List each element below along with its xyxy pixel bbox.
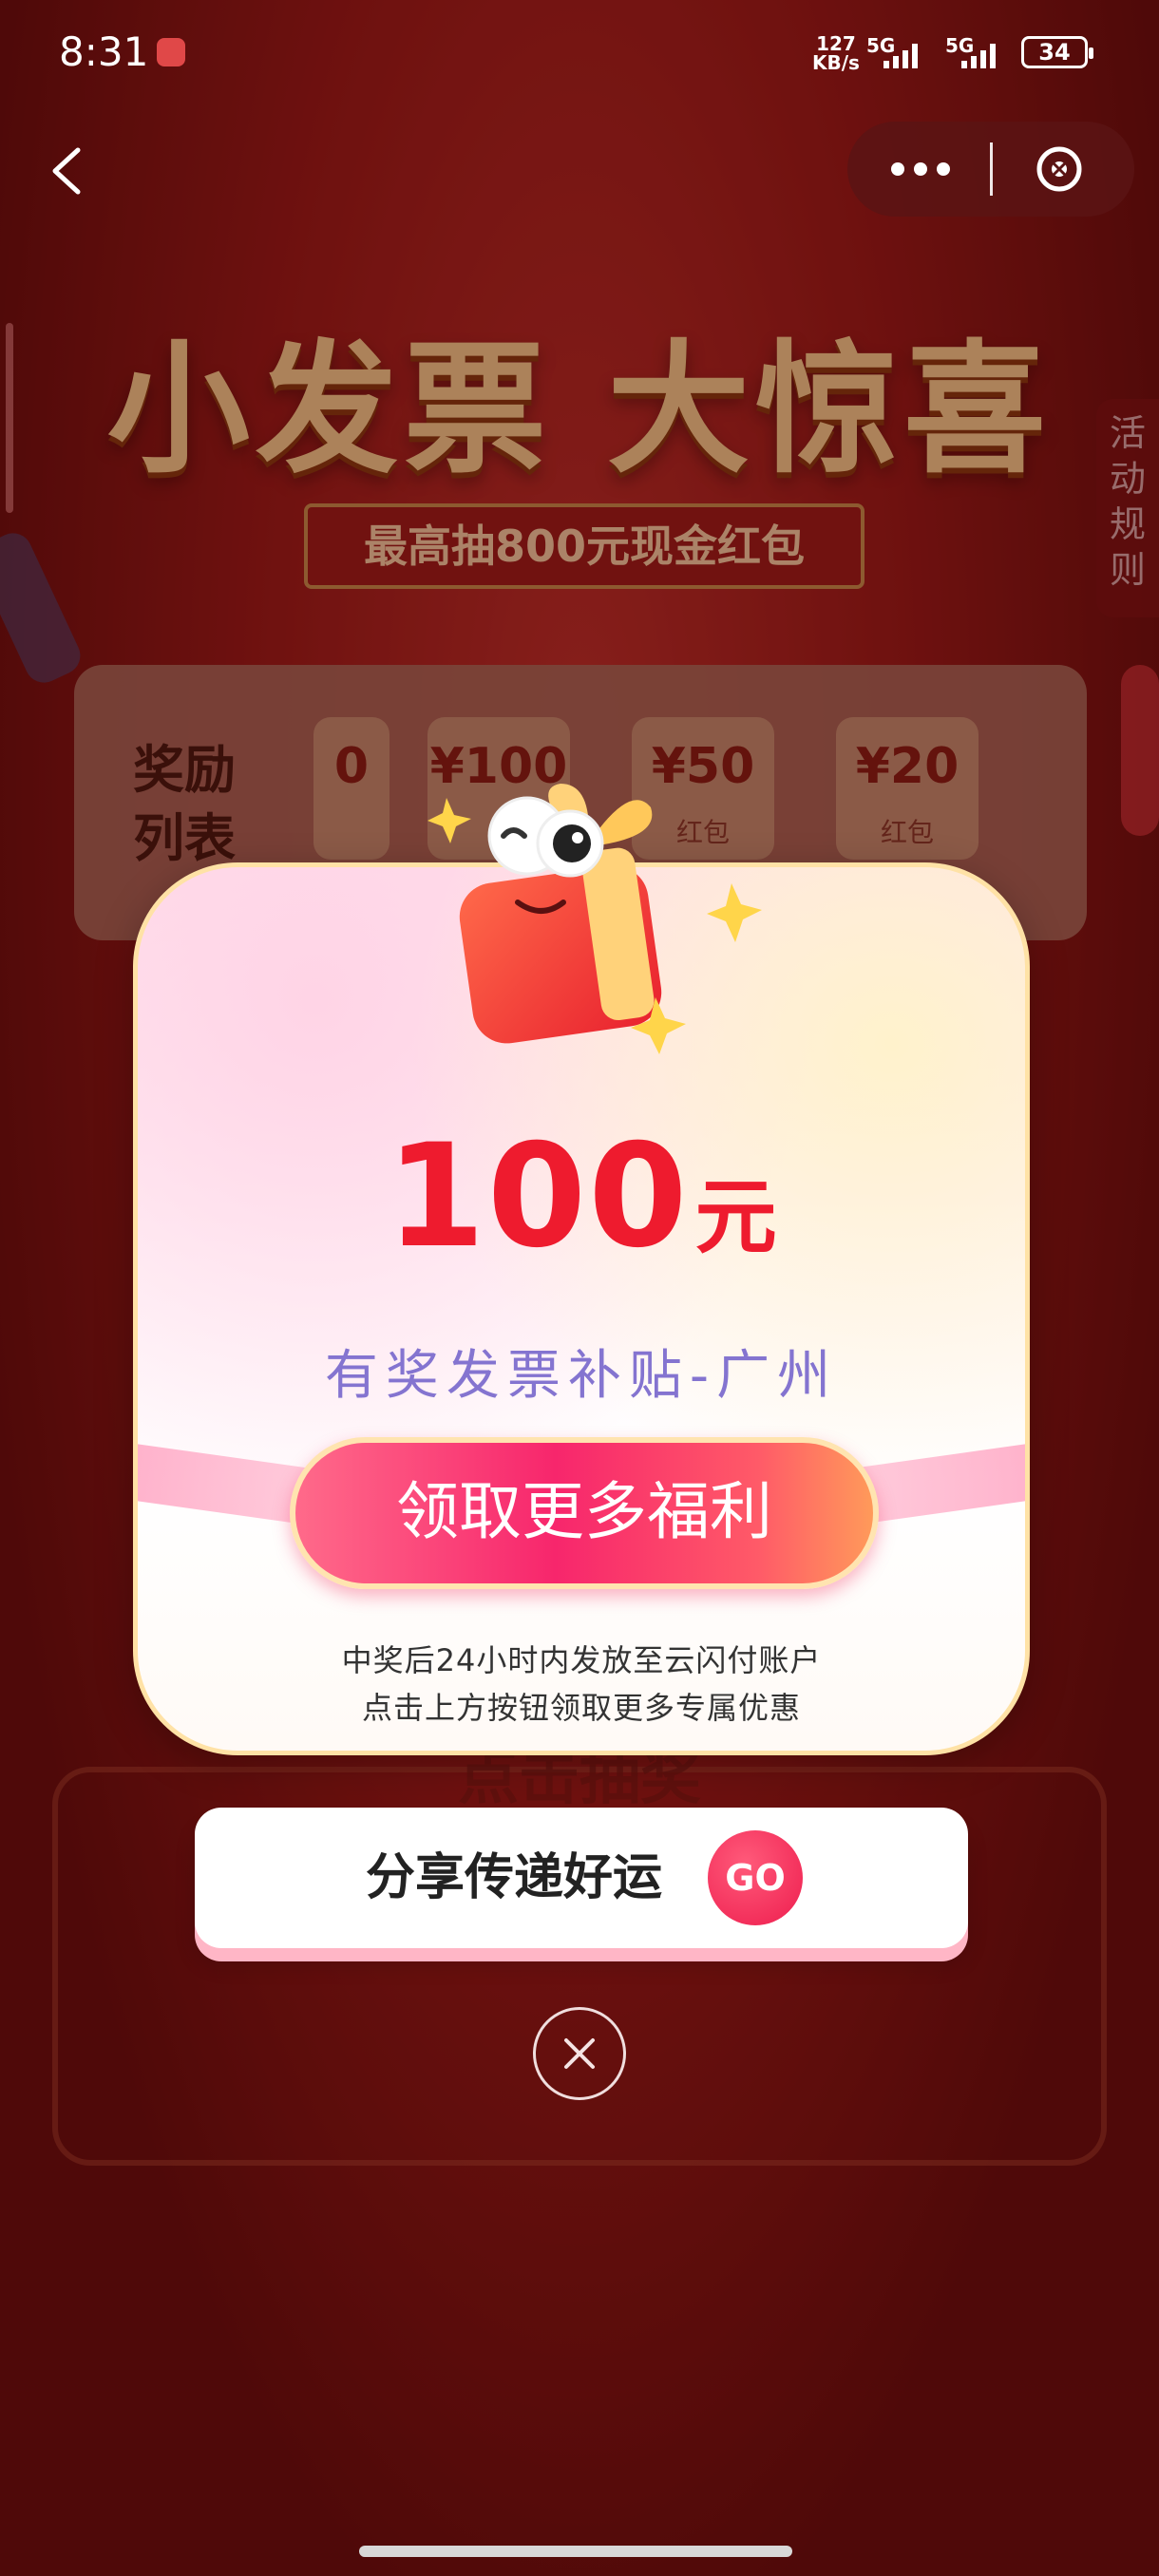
battery-icon: 34: [1021, 36, 1093, 68]
signal-icon: [884, 44, 931, 68]
status-bar: 8:31 127 KB/s 5G 5G 34: [0, 0, 1159, 104]
note-line: 中奖后24小时内发放至云闪付账户: [341, 1642, 822, 1678]
gift-box-mascot-icon: [428, 784, 762, 1054]
back-button[interactable]: [38, 133, 104, 209]
network-speed: 127 KB/s: [812, 34, 860, 72]
prize-amount-unit: 元: [694, 1170, 777, 1265]
close-icon: [564, 2038, 595, 2069]
signal-icon: [961, 44, 1009, 68]
prize-description: 有奖发票补贴-广州: [324, 1345, 839, 1407]
home-indicator[interactable]: [359, 2546, 792, 2557]
more-button[interactable]: [847, 122, 990, 217]
status-time: 8:31: [59, 28, 149, 75]
go-button[interactable]: GO: [708, 1830, 803, 1925]
chevron-left-icon: [52, 147, 81, 195]
share-good-luck-bar[interactable]: 分享传递好运 GO: [195, 1808, 968, 1948]
mini-program-capsule: [847, 122, 1134, 217]
close-modal-button[interactable]: [533, 2007, 626, 2100]
prize-amount: 100元: [138, 1114, 1025, 1279]
note-line: 点击上方按钮领取更多专属优惠: [361, 1690, 801, 1726]
prize-amount-value: 100: [386, 1114, 690, 1279]
more-dots-icon: [891, 162, 950, 176]
speed-value: 127: [816, 32, 856, 55]
claim-more-benefits-button[interactable]: 领取更多福利: [290, 1437, 879, 1589]
close-circle-icon: [1036, 146, 1082, 192]
prize-notes: 中奖后24小时内发放至云闪付账户 点击上方按钮领取更多专属优惠: [138, 1637, 1025, 1732]
share-label: 分享传递好运: [366, 1849, 663, 1906]
exit-button[interactable]: [993, 122, 1134, 217]
speed-unit: KB/s: [812, 51, 860, 74]
notification-app-icon: [157, 38, 185, 66]
